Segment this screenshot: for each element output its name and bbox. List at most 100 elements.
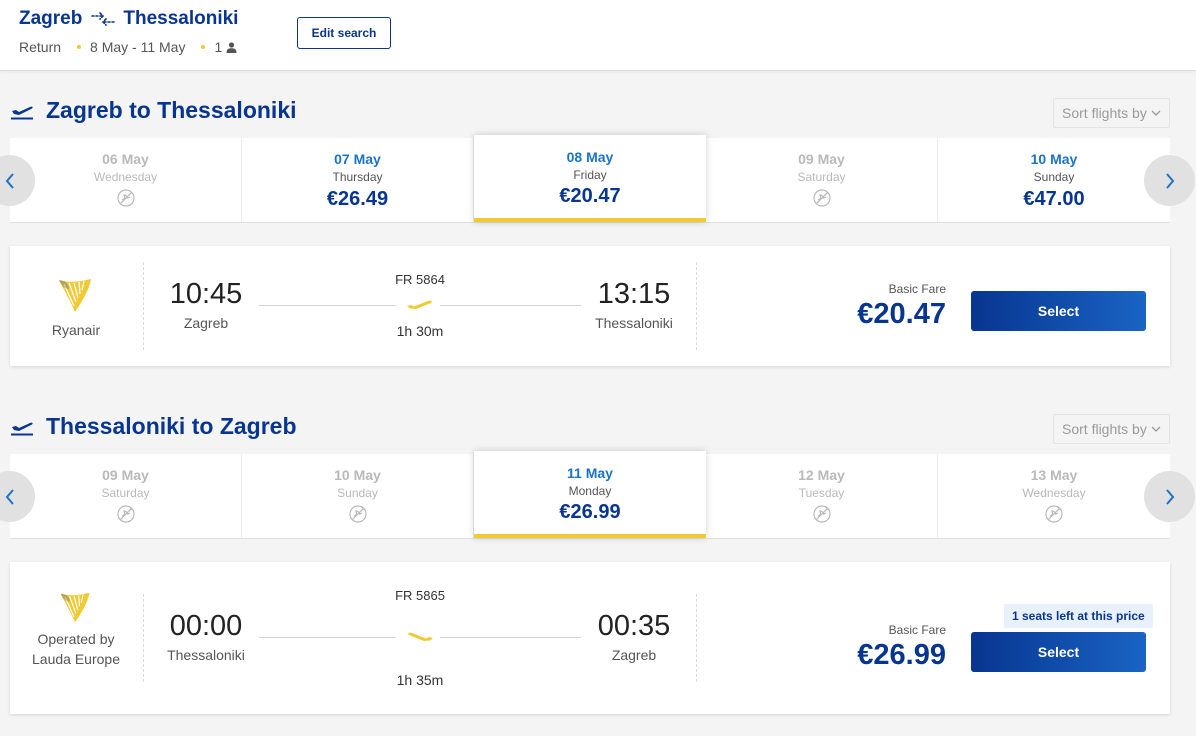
date-price: €26.99 (559, 501, 621, 523)
arrive-city: Zagreb (611, 647, 657, 663)
depart-time: 10:45 (169, 278, 243, 310)
divider (696, 594, 697, 682)
return-flight-card: Operated by Lauda Europe 00:00 Thessalon… (10, 562, 1170, 714)
select-flight-button[interactable]: Select (971, 632, 1146, 672)
plane-takeoff-icon (10, 100, 34, 120)
edit-search-button[interactable]: Edit search (297, 17, 391, 49)
weekday-label: Tuesday (798, 486, 845, 500)
date-price: €47.00 (1023, 188, 1085, 210)
search-summary-header: Zagreb Thessaloniki Return 8 May - 11 Ma… (0, 0, 1196, 71)
weekday-label: Thursday (332, 170, 383, 184)
date-price: €26.49 (326, 188, 389, 210)
date-label: 06 May (102, 151, 149, 167)
date-label: 11 May (567, 465, 613, 481)
sort-flights-dropdown[interactable]: Sort flights by (1053, 414, 1170, 444)
fare-price: €20.47 (857, 298, 946, 330)
weekday-label: Monday (568, 484, 612, 498)
return-date-selector: 09 May Saturday 10 May Sunday 11 May Mon… (0, 451, 1195, 539)
date-label: 07 May (334, 151, 381, 167)
seats-left-badge: 1 seats left at this price (1004, 604, 1153, 628)
return-section-title: Thessaloniki to Zagreb (10, 413, 297, 439)
next-dates-button[interactable] (1144, 155, 1195, 206)
trip-dates: 8 May - 11 May (90, 39, 186, 55)
route-line (259, 305, 396, 306)
date-label: 08 May (566, 149, 614, 165)
weekday-label: Sunday (337, 486, 378, 500)
airline-name: Operated by Lauda Europe (32, 631, 120, 667)
no-flight-icon (812, 189, 831, 212)
separator-dot (77, 45, 82, 49)
trip-details: Return 8 May - 11 May 1 (19, 39, 237, 55)
airline-name: Ryanair (51, 322, 101, 338)
select-flight-button[interactable]: Select (971, 291, 1146, 331)
date-cell: 06 May Wednesday (10, 138, 242, 222)
depart-time: 00:00 (169, 610, 243, 642)
weekday-label: Saturday (101, 486, 150, 500)
date-cell: 10 May Sunday (242, 454, 474, 538)
date-label: 09 May (798, 151, 845, 167)
weekday-label: Wednesday (93, 170, 158, 184)
no-flight-icon (116, 505, 135, 528)
date-cell: 09 May Saturday (706, 138, 938, 222)
plane-takeoff-icon (10, 416, 34, 436)
chevron-down-icon (1151, 426, 1161, 432)
fare-price: €26.99 (857, 639, 946, 671)
outbound-section-title: Zagreb to Thessaloniki (10, 97, 297, 123)
fare-type-label: Basic Fare (888, 623, 946, 637)
no-flight-icon (116, 189, 135, 212)
date-cell: 13 May Wednesday (938, 454, 1170, 538)
date-label: 13 May (1030, 467, 1078, 483)
arrive-time: 13:15 (597, 278, 671, 310)
origin-city: Zagreb (19, 8, 83, 29)
date-cell[interactable]: 07 May Thursday €26.49 (242, 138, 474, 222)
plane-icon (407, 300, 432, 309)
no-flight-icon (1045, 505, 1063, 528)
weekday-label: Wednesday (1022, 486, 1086, 500)
trip-type: Return (19, 39, 62, 55)
depart-city: Zagreb (183, 315, 229, 331)
next-dates-button[interactable] (1144, 471, 1195, 522)
no-flight-icon (812, 505, 831, 528)
arrive-time: 00:35 (597, 610, 671, 642)
weekday-label: Saturday (797, 170, 846, 184)
arrive-city: Thessaloniki (595, 315, 673, 331)
outbound-flight-card: Ryanair 10:45 Zagreb FR 5864 1h 30m 13:1… (10, 246, 1170, 366)
outbound-title-text: Zagreb to Thessaloniki (46, 96, 297, 123)
date-cell-selected[interactable]: 11 May Monday €26.99 (474, 451, 706, 538)
flight-number: FR 5864 (395, 272, 445, 287)
weekday-label: Friday (573, 168, 607, 182)
ryanair-harp-logo (60, 592, 90, 623)
date-label: 10 May (334, 467, 381, 483)
depart-city: Thessaloniki (167, 647, 245, 663)
no-flight-icon (348, 505, 367, 528)
date-cell: 09 May Saturday (10, 454, 242, 538)
fare-type-label: Basic Fare (888, 282, 946, 296)
flight-duration: 1h 30m (396, 323, 444, 339)
divider (696, 262, 697, 350)
plane-icon (408, 632, 433, 641)
sort-label: Sort flights by (1062, 421, 1147, 437)
person-icon (226, 41, 237, 53)
sort-label: Sort flights by (1062, 105, 1147, 121)
flight-duration: 1h 35m (396, 672, 444, 688)
route-line (259, 637, 396, 638)
separator-dot (201, 45, 206, 49)
route-line (440, 305, 581, 306)
weekday-label: Sunday (1033, 170, 1075, 184)
date-label: 09 May (102, 467, 149, 483)
return-title-text: Thessaloniki to Zagreb (46, 412, 297, 439)
route-title: Zagreb Thessaloniki (19, 8, 238, 30)
date-cell[interactable]: 10 May Sunday €47.00 (938, 138, 1170, 222)
ryanair-harp-logo (59, 279, 91, 312)
date-label: 10 May (1030, 151, 1078, 167)
flight-number: FR 5865 (395, 588, 445, 603)
date-cell-selected[interactable]: 08 May Friday €20.47 (474, 135, 706, 222)
divider (143, 262, 144, 350)
destination-city: Thessaloniki (123, 8, 239, 29)
return-plane-icon (89, 12, 117, 26)
divider (143, 594, 144, 682)
chevron-down-icon (1151, 110, 1161, 116)
date-label: 12 May (798, 467, 845, 483)
route-line (440, 637, 581, 638)
sort-flights-dropdown[interactable]: Sort flights by (1053, 98, 1170, 128)
